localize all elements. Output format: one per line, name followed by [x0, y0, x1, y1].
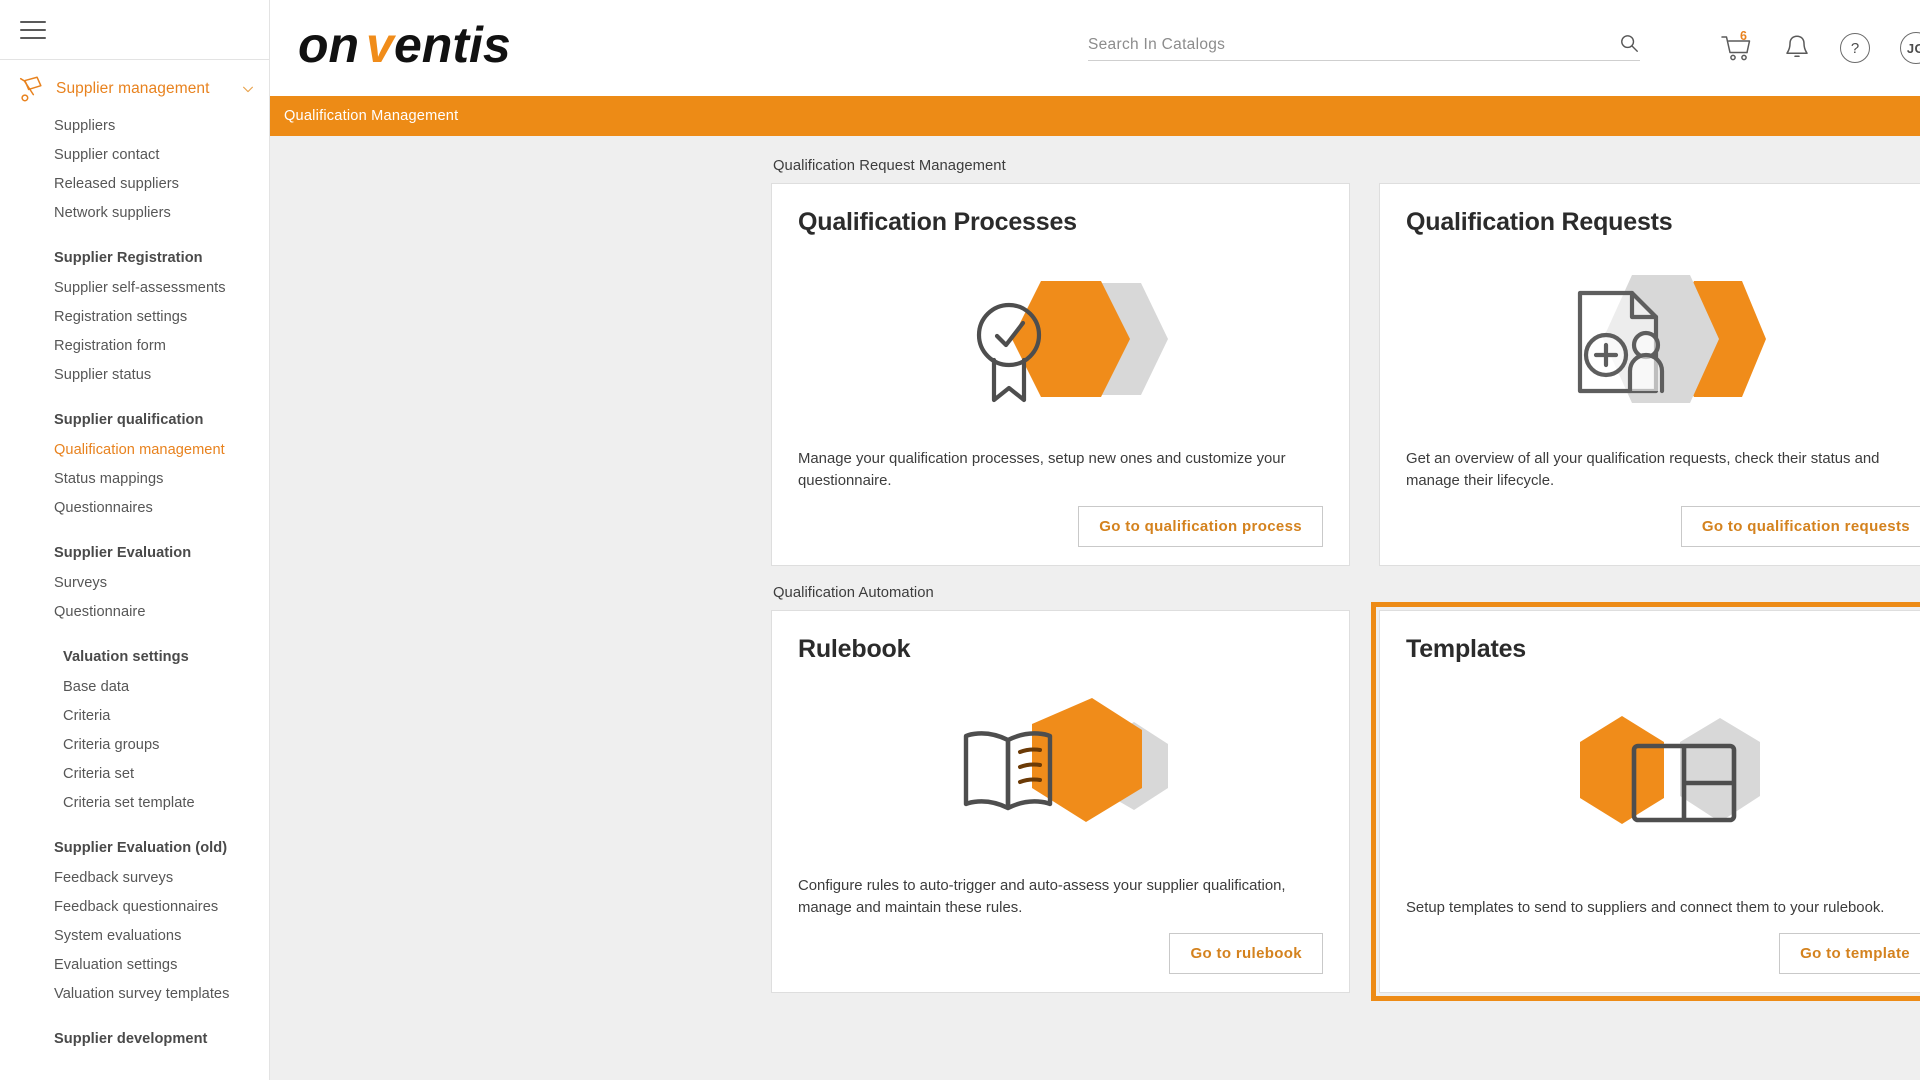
sidebar-item-criteria-groups[interactable]: Criteria groups [0, 730, 269, 759]
sidebar-item-supplier-contact[interactable]: Supplier contact [0, 140, 269, 169]
avatar[interactable]: JG [1900, 32, 1920, 64]
card-qualification-requests[interactable]: Qualification Requests [1379, 183, 1920, 566]
card-row-qualification-request-management: Qualification Processes Manage [771, 183, 1920, 566]
card-title: Qualification Processes [798, 208, 1323, 237]
search-input[interactable] [1088, 36, 1618, 54]
sidebar-item-criteria-set[interactable]: Criteria set [0, 759, 269, 788]
card-description: Get an overview of all your qualificatio… [1406, 449, 1920, 492]
sidebar-root-label: Supplier management [56, 80, 241, 98]
chevron-down-icon[interactable] [241, 82, 255, 96]
card-illustration [798, 237, 1323, 449]
badge-check-hexagon-illustration [936, 263, 1186, 423]
go-to-qualification-process-button[interactable]: Go to qualification process [1078, 506, 1323, 547]
layout-grid-hexagon-illustration [1544, 698, 1794, 863]
sidebar-item-valuation-survey-templates[interactable]: Valuation survey templates [0, 979, 269, 1008]
sidebar-separator [0, 626, 269, 642]
help-button[interactable]: ? [1840, 33, 1870, 63]
sidebar: Supplier management SuppliersSupplier co… [0, 0, 270, 1080]
go-to-rulebook-button[interactable]: Go to rulebook [1169, 933, 1323, 974]
card-title: Templates [1406, 635, 1920, 664]
sidebar-item-questionnaire[interactable]: Questionnaire [0, 597, 269, 626]
search-bar[interactable] [1088, 32, 1640, 61]
sidebar-item-system-evaluations[interactable]: System evaluations [0, 921, 269, 950]
card-illustration [1406, 664, 1920, 898]
shopping-cart-icon [1720, 33, 1754, 63]
sidebar-item-feedback-questionnaires[interactable]: Feedback questionnaires [0, 892, 269, 921]
card-description: Configure rules to auto-trigger and auto… [798, 876, 1323, 919]
go-to-qualification-requests-button[interactable]: Go to qualification requests [1681, 506, 1920, 547]
card-description: Manage your qualification processes, set… [798, 449, 1323, 492]
svg-text:entis: entis [394, 18, 511, 73]
card-footer: Go to qualification process [798, 506, 1323, 547]
sidebar-group-supplier-evaluation-old: Supplier Evaluation (old) [0, 833, 269, 863]
card-description: Setup templates to send to suppliers and… [1406, 898, 1920, 919]
sidebar-group-valuation-settings: Valuation settings [0, 642, 269, 672]
sidebar-separator [0, 227, 269, 243]
cart-badge: 6 [1740, 29, 1747, 43]
sidebar-item-feedback-surveys[interactable]: Feedback surveys [0, 863, 269, 892]
card-templates[interactable]: Templates Setup templates to se [1379, 610, 1920, 993]
svg-text:on: on [298, 18, 359, 73]
top-bar: on v entis [270, 0, 1920, 96]
card-illustration [798, 664, 1323, 876]
card-footer: Go to rulebook [798, 933, 1323, 974]
section-label-qualification-request-management: Qualification Request Management [773, 158, 1920, 174]
bell-icon [1784, 33, 1810, 63]
sidebar-header [0, 0, 269, 60]
sidebar-item-supplier-self-assessments[interactable]: Supplier self-assessments [0, 273, 269, 302]
sidebar-separator [0, 389, 269, 405]
card-footer: Go to qualification requests [1406, 506, 1920, 547]
top-bar-actions: 6 ? JG [1720, 0, 1920, 96]
content-area: Qualification Request Management Qualifi… [270, 136, 1920, 1080]
section-label-qualification-automation: Qualification Automation [773, 585, 1920, 601]
sidebar-separator [0, 1008, 269, 1024]
document-add-person-hexagon-illustration [1544, 263, 1794, 423]
sidebar-item-registration-form[interactable]: Registration form [0, 331, 269, 360]
card-footer: Go to template [1406, 933, 1920, 974]
hamburger-icon[interactable] [20, 21, 46, 39]
card-row-qualification-automation: Rulebook [771, 610, 1920, 993]
sidebar-separator [0, 817, 269, 833]
svg-text:v: v [366, 18, 397, 73]
sidebar-item-network-suppliers[interactable]: Network suppliers [0, 198, 269, 227]
avatar-initials: JG [1907, 41, 1920, 56]
help-icon: ? [1851, 40, 1859, 57]
sidebar-item-surveys[interactable]: Surveys [0, 568, 269, 597]
sidebar-separator [0, 522, 269, 538]
hand-truck-icon [16, 74, 46, 104]
main-area: on v entis [270, 0, 1920, 1080]
sidebar-group-supplier-development: Supplier development [0, 1024, 269, 1054]
go-to-template-button[interactable]: Go to template [1779, 933, 1920, 974]
card-title: Qualification Requests [1406, 208, 1920, 237]
sidebar-item-released-suppliers[interactable]: Released suppliers [0, 169, 269, 198]
sidebar-item-criteria[interactable]: Criteria [0, 701, 269, 730]
breadcrumb: Qualification Management [270, 96, 1920, 136]
card-title: Rulebook [798, 635, 1323, 664]
sidebar-item-evaluation-settings[interactable]: Evaluation settings [0, 950, 269, 979]
sidebar-item-qualification-management[interactable]: Qualification management [0, 435, 269, 464]
sidebar-item-base-data[interactable]: Base data [0, 672, 269, 701]
card-rulebook[interactable]: Rulebook [771, 610, 1350, 993]
open-book-hexagon-illustration [936, 688, 1186, 853]
sidebar-item-supplier-status[interactable]: Supplier status [0, 360, 269, 389]
sidebar-item-suppliers[interactable]: Suppliers [0, 111, 269, 140]
notifications-button[interactable] [1784, 33, 1810, 63]
search-icon[interactable] [1618, 32, 1640, 54]
sidebar-item-supplier-management[interactable]: Supplier management [0, 67, 269, 111]
sidebar-item-registration-settings[interactable]: Registration settings [0, 302, 269, 331]
onventis-logo[interactable]: on v entis [298, 18, 578, 78]
sidebar-item-questionnaires[interactable]: Questionnaires [0, 493, 269, 522]
sidebar-entries: SuppliersSupplier contactReleased suppli… [0, 111, 269, 1054]
sidebar-group-supplier-evaluation: Supplier Evaluation [0, 538, 269, 568]
sidebar-group-supplier-registration: Supplier Registration [0, 243, 269, 273]
sidebar-item-status-mappings[interactable]: Status mappings [0, 464, 269, 493]
shopping-cart-button[interactable]: 6 [1720, 33, 1754, 63]
card-qualification-processes[interactable]: Qualification Processes Manage [771, 183, 1350, 566]
card-illustration [1406, 237, 1920, 449]
sidebar-group-supplier-qualification: Supplier qualification [0, 405, 269, 435]
sidebar-nav[interactable]: Supplier management SuppliersSupplier co… [0, 60, 269, 1080]
breadcrumb-title: Qualification Management [284, 108, 458, 124]
app-root: Supplier management SuppliersSupplier co… [0, 0, 1920, 1080]
sidebar-item-criteria-set-template[interactable]: Criteria set template [0, 788, 269, 817]
